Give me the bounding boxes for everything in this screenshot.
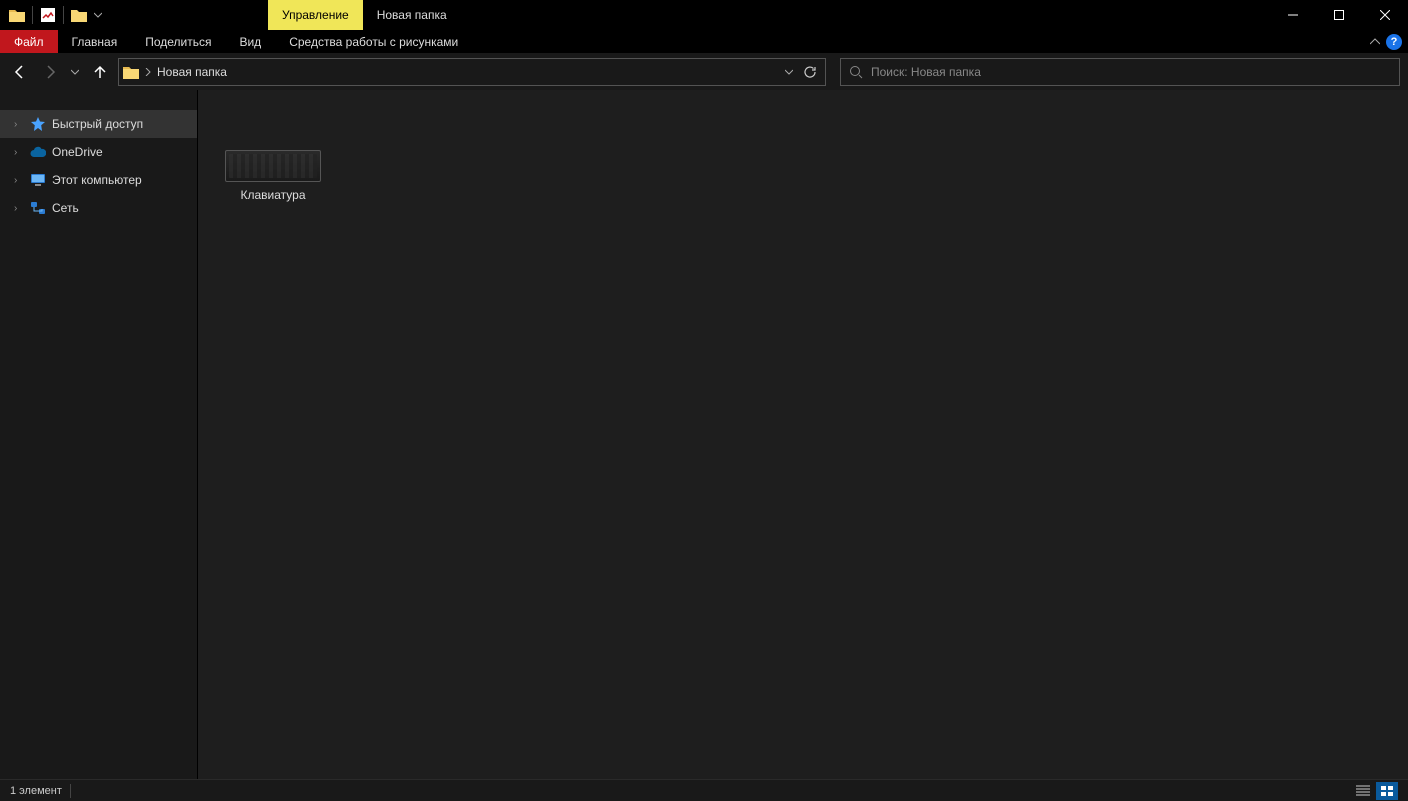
thumbnails-view-button[interactable] <box>1376 782 1398 800</box>
sidebar-item-quick-access[interactable]: › Быстрый доступ <box>0 110 197 138</box>
recent-locations-button[interactable] <box>68 60 82 84</box>
maximize-button[interactable] <box>1316 0 1362 30</box>
folder-icon <box>123 65 139 79</box>
separator <box>63 6 64 24</box>
tab-label: Главная <box>72 35 118 49</box>
pc-icon <box>30 172 46 188</box>
minimize-button[interactable] <box>1270 0 1316 30</box>
chevron-right-icon[interactable]: › <box>14 203 24 214</box>
ribbon-collapse-icon[interactable] <box>1370 38 1380 46</box>
search-icon <box>849 65 863 79</box>
star-icon <box>30 116 46 132</box>
chevron-right-icon[interactable]: › <box>14 119 24 130</box>
separator <box>32 6 33 24</box>
breadcrumb-root[interactable] <box>123 65 151 79</box>
new-folder-icon[interactable] <box>68 4 90 26</box>
sidebar-item-label: OneDrive <box>52 145 103 159</box>
chevron-right-icon[interactable]: › <box>14 175 24 186</box>
ribbon-tabs: Файл Главная Поделиться Вид Средства раб… <box>0 30 1408 54</box>
quick-access-toolbar <box>0 0 104 30</box>
separator <box>70 784 71 798</box>
file-tab[interactable]: Файл <box>0 30 58 53</box>
thumbnail-keyboard <box>225 150 321 182</box>
breadcrumb-label: Новая папка <box>157 65 227 79</box>
address-bar[interactable]: Новая папка <box>118 58 826 86</box>
folder-icon[interactable] <box>6 4 28 26</box>
tab-label: Вид <box>239 35 261 49</box>
forward-button[interactable] <box>38 60 62 84</box>
file-item[interactable]: Клавиатура <box>218 110 328 202</box>
navigation-bar: Новая папка <box>0 54 1408 90</box>
cloud-icon <box>30 144 46 160</box>
context-tab-header: Управление <box>268 0 363 30</box>
sidebar-item-onedrive[interactable]: › OneDrive <box>0 138 197 166</box>
search-bar[interactable] <box>840 58 1400 86</box>
sidebar-item-label: Сеть <box>52 201 79 215</box>
navigation-pane: › Быстрый доступ › OneDrive › Этот компь… <box>0 90 198 779</box>
tab-label: Средства работы с рисунками <box>289 35 458 49</box>
window-controls <box>1270 0 1408 30</box>
context-tab-label: Управление <box>282 8 349 22</box>
network-icon <box>30 200 46 216</box>
chevron-right-icon <box>145 68 151 76</box>
details-view-button[interactable] <box>1352 782 1374 800</box>
tab-view[interactable]: Вид <box>225 30 275 53</box>
sidebar-item-label: Этот компьютер <box>52 173 142 187</box>
address-dropdown-icon[interactable] <box>785 68 793 76</box>
status-bar: 1 элемент <box>0 779 1408 801</box>
tab-label: Поделиться <box>145 35 211 49</box>
status-item-count: 1 элемент <box>10 785 62 797</box>
title-bar: Управление Новая папка <box>0 0 1408 30</box>
close-button[interactable] <box>1362 0 1408 30</box>
content-pane[interactable]: Клавиатура <box>198 90 1408 779</box>
properties-icon[interactable] <box>37 4 59 26</box>
sidebar-item-this-pc[interactable]: › Этот компьютер <box>0 166 197 194</box>
tab-share[interactable]: Поделиться <box>131 30 225 53</box>
tab-picture-tools[interactable]: Средства работы с рисунками <box>275 30 472 53</box>
help-icon[interactable]: ? <box>1386 34 1402 50</box>
back-button[interactable] <box>8 60 32 84</box>
search-input[interactable] <box>871 65 1391 79</box>
file-tab-label: Файл <box>14 35 44 49</box>
tab-home[interactable]: Главная <box>58 30 132 53</box>
chevron-right-icon[interactable]: › <box>14 147 24 158</box>
qat-dropdown-icon[interactable] <box>92 4 104 26</box>
up-button[interactable] <box>88 60 112 84</box>
sidebar-item-network[interactable]: › Сеть <box>0 194 197 222</box>
window-title: Новая папка <box>363 0 447 30</box>
breadcrumb-item[interactable]: Новая папка <box>157 65 227 79</box>
sidebar-item-label: Быстрый доступ <box>52 117 143 131</box>
explorer-body: › Быстрый доступ › OneDrive › Этот компь… <box>0 90 1408 779</box>
file-name: Клавиатура <box>241 188 306 202</box>
refresh-button[interactable] <box>799 65 821 79</box>
